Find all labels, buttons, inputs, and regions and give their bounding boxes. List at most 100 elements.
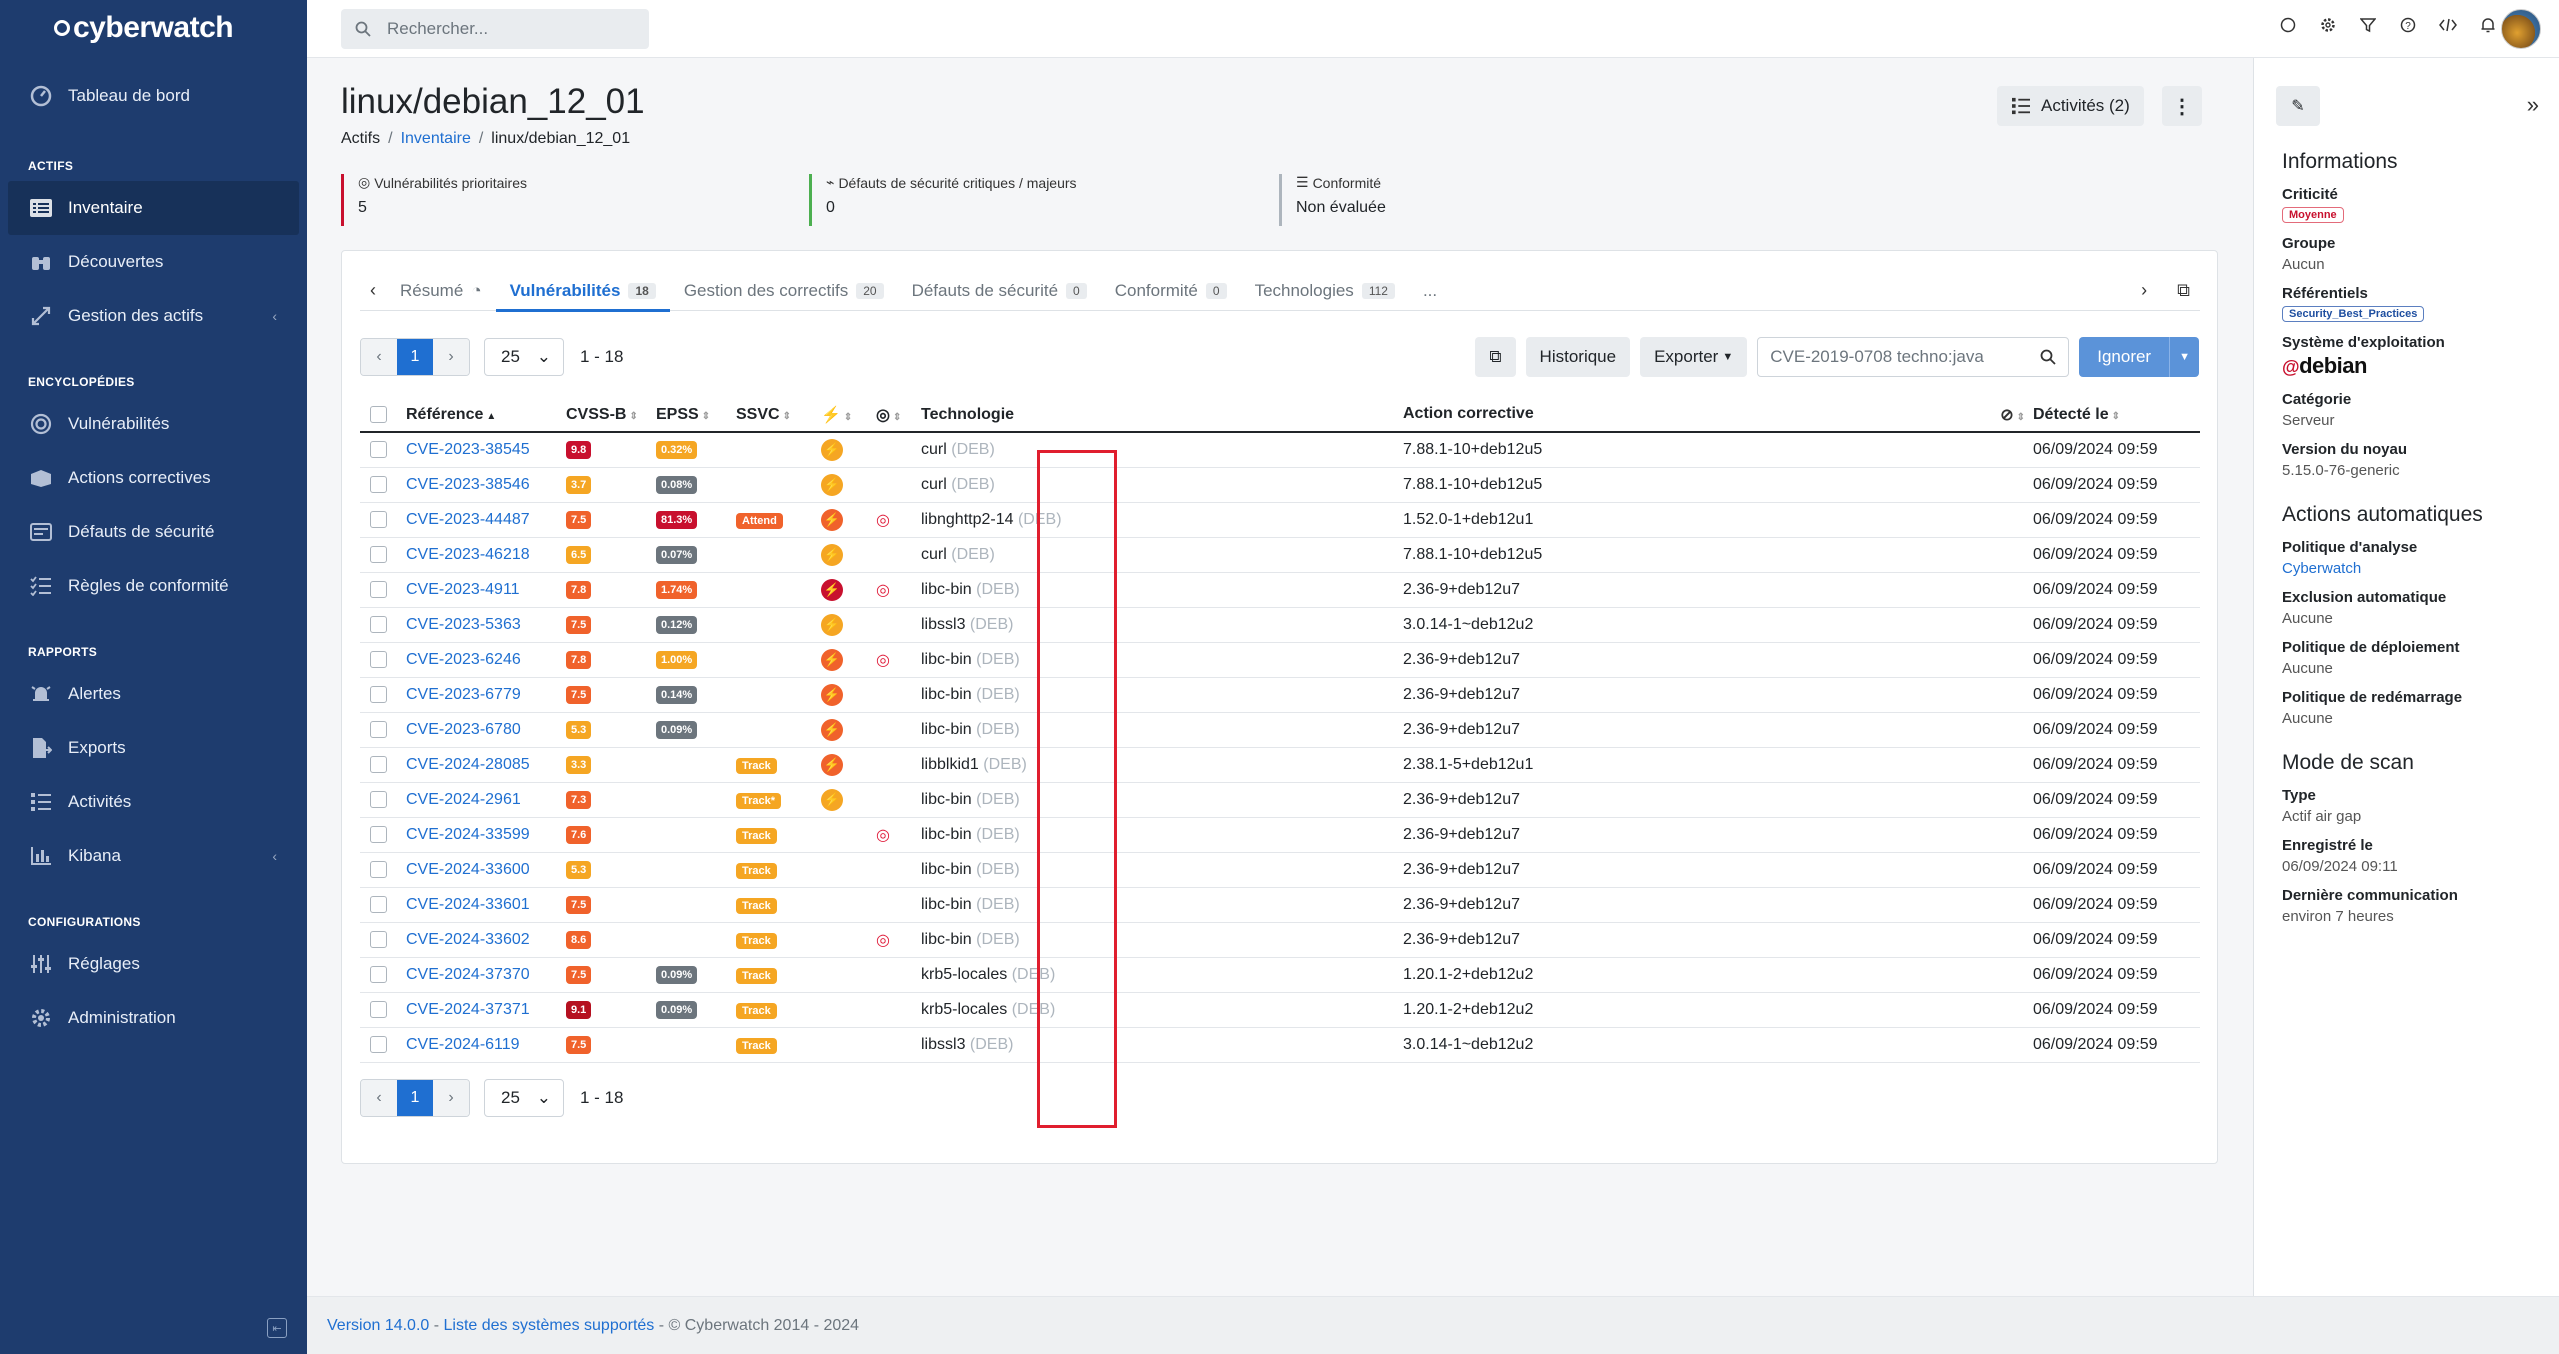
breadcrumb-actifs[interactable]: Actifs [341,130,380,147]
cve-link[interactable]: CVE-2023-6779 [406,686,521,703]
cve-link[interactable]: CVE-2023-38546 [406,476,530,493]
row-checkbox[interactable] [370,965,387,983]
version-link[interactable]: Version 14.0.0 [327,1317,429,1335]
layers-button[interactable]: ⧉ [1475,337,1516,377]
per-page-select[interactable]: 25 ⌄ [484,1079,564,1117]
technology-name[interactable]: krb5-locales [921,1001,1007,1018]
cve-link[interactable]: CVE-2024-33600 [406,861,530,878]
per-page-select[interactable]: 25 ⌄ [484,338,564,376]
sidebar-item-reglages[interactable]: Réglages [0,937,307,991]
col-detecte[interactable]: Détecté le ⇕ [2029,398,2200,433]
cve-link[interactable]: CVE-2024-33601 [406,896,530,913]
cve-link[interactable]: CVE-2024-33599 [406,826,530,843]
sidebar-item-vulnerabilites[interactable]: Vulnérabilités [0,397,307,451]
tab-resume[interactable]: Résumé ◔ [386,271,496,311]
cve-link[interactable]: CVE-2024-2961 [406,791,521,808]
breadcrumb-inventaire[interactable]: Inventaire [401,130,471,147]
col-target[interactable]: ◎ ⇕ [872,398,917,433]
cve-link[interactable]: CVE-2024-6119 [406,1036,520,1053]
table-row[interactable]: CVE-2024-37370 7.5 0.09% Track krb5-locales … [360,957,2200,993]
technology-name[interactable]: libssl3 [921,616,965,633]
row-checkbox[interactable] [370,545,387,563]
technology-name[interactable]: libc-bin [921,896,972,913]
table-row[interactable]: CVE-2023-5363 7.5 0.12% ⚡ libssl3 (DEB) 3.0.1… [360,607,2200,643]
sidebar-item-defauts[interactable]: Défauts de sécurité [0,505,307,559]
technology-name[interactable]: curl [921,476,947,493]
help-icon[interactable]: ? [2399,16,2417,34]
col-exploit[interactable]: ⚡ ⇕ [817,398,872,433]
table-row[interactable]: CVE-2024-2961 7.3 Track* ⚡ libc-bin (DEB) 2.3… [360,782,2200,818]
table-row[interactable]: CVE-2024-6119 7.5 Track libssl3 (DEB) 3.0.14… [360,1027,2200,1063]
collapse-panel-icon[interactable]: » [2527,92,2539,118]
table-row[interactable]: CVE-2023-6246 7.8 1.00% ⚡ ◎ libc-bin (DEB) 2.3… [360,642,2200,678]
cve-link[interactable]: CVE-2023-38545 [406,441,530,458]
page-next-button[interactable]: › [433,1080,469,1116]
row-checkbox[interactable] [370,441,387,459]
kpi-conformite[interactable]: ☰ Conformité Non évaluée [1279,174,1579,226]
table-row[interactable]: CVE-2024-33599 7.6 Track ◎ libc-bin (DEB) 2.3… [360,817,2200,853]
sidebar-item-actions-correctives[interactable]: Actions correctives [0,451,307,505]
table-row[interactable]: CVE-2023-6779 7.5 0.14% ⚡ libc-bin (DEB) 2.36… [360,677,2200,713]
technology-name[interactable]: libc-bin [921,721,972,738]
row-checkbox[interactable] [370,615,387,633]
row-checkbox[interactable] [370,1035,387,1053]
table-row[interactable]: CVE-2023-38545 9.8 0.32% ⚡ curl (DEB) 7.88.1-… [360,432,2200,468]
table-row[interactable]: CVE-2023-44487 7.5 81.3% Attend ⚡ ◎ libnghttp2… [360,502,2200,538]
row-checkbox[interactable] [370,755,387,773]
cve-link[interactable]: CVE-2023-6246 [406,651,521,668]
page-current-button[interactable]: 1 [397,339,433,375]
page-next-button[interactable]: › [433,339,469,375]
col-cvss[interactable]: CVSS-B ⇕ [562,398,652,433]
technology-name[interactable]: libssl3 [921,1036,965,1053]
sidebar-item-inventaire[interactable]: Inventaire [8,181,299,235]
table-row[interactable]: CVE-2024-37371 9.1 0.09% Track krb5-locales … [360,992,2200,1028]
ignorer-dropdown-icon[interactable]: ▼ [2169,337,2199,377]
cve-link[interactable]: CVE-2024-33602 [406,931,530,948]
kpi-vulnerabilites-prioritaires[interactable]: ◎ Vulnérabilités prioritaires 5 [341,174,791,226]
table-row[interactable]: CVE-2024-28085 3.3 Track ⚡ libblkid1 (DEB) 2.… [360,747,2200,783]
avatar[interactable] [2501,9,2541,49]
filter-icon[interactable] [2359,16,2377,34]
historique-button[interactable]: Historique [1525,337,1631,377]
cve-link[interactable]: CVE-2023-4911 [406,581,520,598]
col-ssvc[interactable]: SSVC ⇕ [732,398,817,433]
activities-button[interactable]: Activités (2) [1997,86,2144,126]
col-reference[interactable]: Référence ▲ [402,398,562,433]
tab-technologies[interactable]: Technologies 112 [1241,271,1409,311]
eye-slash-icon[interactable]: ⊘ ⇕ [2000,405,2025,425]
cve-link[interactable]: CVE-2024-28085 [406,756,530,773]
tab-more[interactable]: ... [1409,271,1451,311]
tabs-prev-icon[interactable]: ‹ [360,280,386,301]
sidebar-item-dashboard[interactable]: Tableau de bord [0,69,307,123]
row-checkbox[interactable] [370,475,387,493]
search-input[interactable]: Rechercher... [341,9,649,49]
cve-link[interactable]: CVE-2023-5363 [406,616,521,633]
row-checkbox[interactable] [370,895,387,913]
row-checkbox[interactable] [370,790,387,808]
table-row[interactable]: CVE-2023-38546 3.7 0.08% ⚡ curl (DEB) 7.88.1-… [360,467,2200,503]
ignorer-button[interactable]: Ignorer [2079,337,2170,377]
col-epss[interactable]: EPSS ⇕ [652,398,732,433]
page-current-button[interactable]: 1 [397,1080,433,1116]
tab-vulnerabilites[interactable]: Vulnérabilités 18 [495,271,671,312]
code-icon[interactable] [2439,16,2457,34]
row-checkbox[interactable] [370,650,387,668]
select-all-checkbox[interactable] [370,405,387,423]
row-checkbox[interactable] [370,510,387,528]
technology-name[interactable]: curl [921,546,947,563]
technology-name[interactable]: curl [921,441,947,458]
row-checkbox[interactable] [370,1000,387,1018]
more-options-button[interactable]: ⋮ [2162,86,2202,126]
row-checkbox[interactable] [370,580,387,598]
circle-status-icon[interactable] [2279,16,2297,34]
tab-correctifs[interactable]: Gestion des correctifs 20 [670,271,898,311]
technology-name[interactable]: libnghttp2-14 [921,511,1014,528]
tab-conformite[interactable]: Conformité 0 [1101,271,1241,311]
exporter-button[interactable]: Exporter ▼ [1640,337,1748,377]
technology-name[interactable]: libc-bin [921,791,972,808]
row-checkbox[interactable] [370,860,387,878]
table-row[interactable]: CVE-2024-33602 8.6 Track ◎ libc-bin (DEB) 2.3… [360,922,2200,958]
sidebar-item-administration[interactable]: Administration [0,991,307,1045]
technology-name[interactable]: krb5-locales [921,966,1007,983]
page-prev-button[interactable]: ‹ [361,339,397,375]
